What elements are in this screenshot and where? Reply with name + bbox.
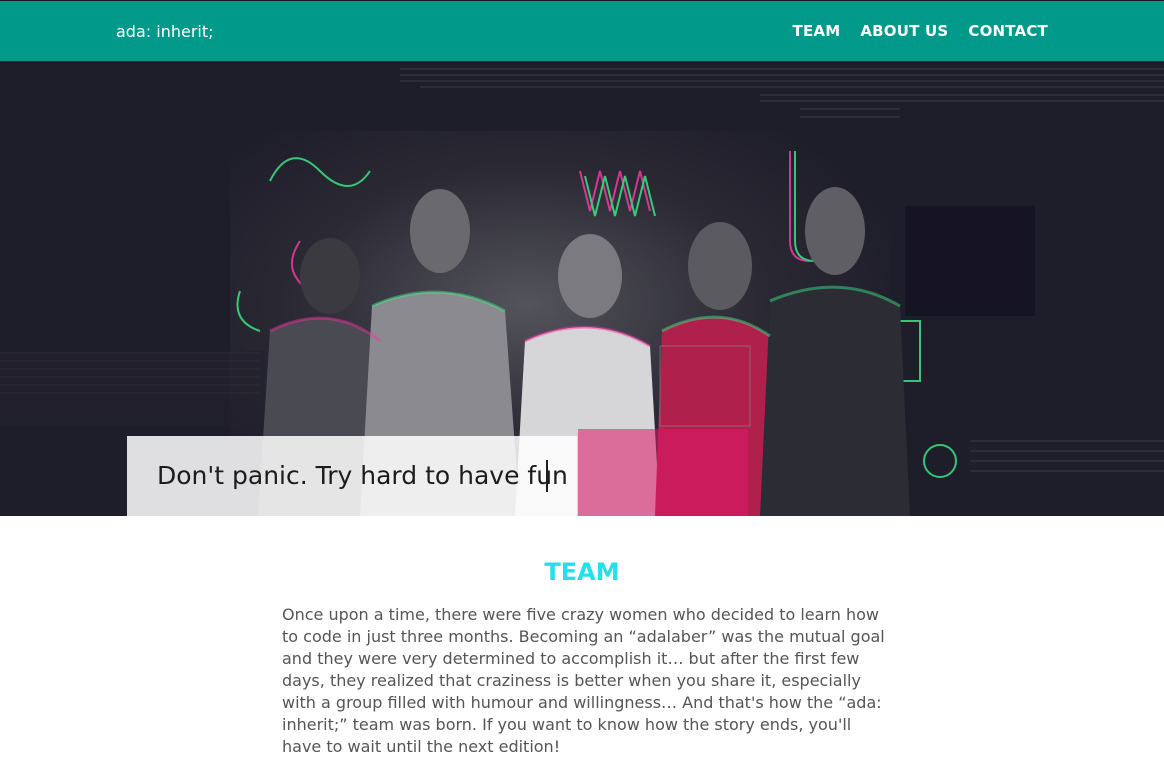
main-nav: TEAM ABOUT US CONTACT: [793, 22, 1048, 40]
team-section-body: Once upon a time, there were five crazy …: [282, 605, 885, 756]
site-logo[interactable]: ada: inherit;: [116, 22, 214, 41]
nav-link-team[interactable]: TEAM: [793, 22, 841, 40]
typing-cursor: [546, 460, 548, 492]
nav-link-about-us[interactable]: ABOUT US: [860, 22, 948, 40]
hero-quote-box: Don't panic. Try hard to have fun: [127, 436, 577, 516]
nav-link-contact[interactable]: CONTACT: [968, 22, 1048, 40]
top-nav-bar: ada: inherit; TEAM ABOUT US CONTACT: [0, 0, 1164, 61]
team-section-title: TEAM: [544, 558, 620, 586]
hero-banner: Don't panic. Try hard to have fun: [0, 61, 1164, 516]
hero-quote: Don't panic. Try hard to have fun: [157, 461, 568, 490]
